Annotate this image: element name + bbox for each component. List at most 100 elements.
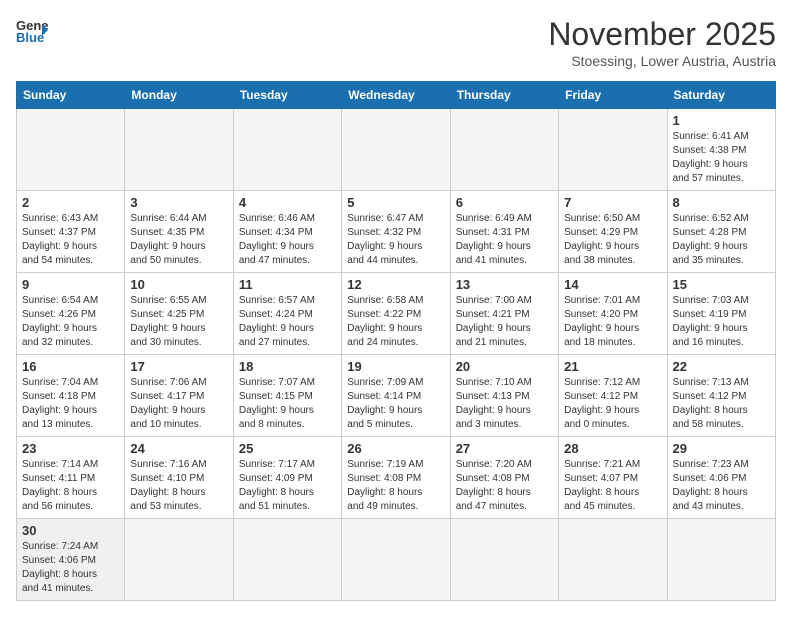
day-info: Sunrise: 6:58 AM Sunset: 4:22 PM Dayligh…: [347, 294, 444, 350]
calendar-day-cell: [450, 519, 558, 601]
day-info: Sunrise: 6:49 AM Sunset: 4:31 PM Dayligh…: [456, 212, 553, 268]
calendar-week-row: 9 Sunrise: 6:54 AM Sunset: 4:26 PM Daylig…: [17, 273, 776, 355]
calendar-day-cell: 8Sunrise: 6:52 AM Sunset: 4:28 PM Daylig…: [667, 191, 775, 273]
day-number: 4: [239, 195, 336, 210]
day-number: 24: [130, 441, 227, 456]
day-number: 26: [347, 441, 444, 456]
day-info: Sunrise: 7:13 AM Sunset: 4:12 PM Dayligh…: [673, 376, 770, 432]
day-info: Sunrise: 6:50 AM Sunset: 4:29 PM Dayligh…: [564, 212, 661, 268]
day-info: Sunrise: 7:16 AM Sunset: 4:10 PM Dayligh…: [130, 458, 227, 514]
day-number: 17: [130, 359, 227, 374]
day-info: Sunrise: 7:04 AM Sunset: 4:18 PM Dayligh…: [22, 376, 119, 432]
calendar-day-cell: 2Sunrise: 6:43 AM Sunset: 4:37 PM Daylig…: [17, 191, 125, 273]
day-info: Sunrise: 7:21 AM Sunset: 4:07 PM Dayligh…: [564, 458, 661, 514]
page-header: General Blue November 2025 Stoessing, Lo…: [16, 16, 776, 69]
calendar-day-cell: 27 Sunrise: 7:20 AM Sunset: 4:08 PM Dayli…: [450, 437, 558, 519]
calendar-day-cell: [667, 519, 775, 601]
day-info: Sunrise: 7:10 AM Sunset: 4:13 PM Dayligh…: [456, 376, 553, 432]
weekday-header-wednesday: Wednesday: [342, 82, 450, 109]
calendar-day-cell: 14 Sunrise: 7:01 AM Sunset: 4:20 PM Dayli…: [559, 273, 667, 355]
calendar-day-cell: 12 Sunrise: 6:58 AM Sunset: 4:22 PM Dayli…: [342, 273, 450, 355]
calendar-week-row: 1Sunrise: 6:41 AM Sunset: 4:38 PM Daylig…: [17, 109, 776, 191]
calendar-day-cell: 17 Sunrise: 7:06 AM Sunset: 4:17 PM Dayli…: [125, 355, 233, 437]
calendar-day-cell: 25 Sunrise: 7:17 AM Sunset: 4:09 PM Dayli…: [233, 437, 341, 519]
day-info: Sunrise: 7:14 AM Sunset: 4:11 PM Dayligh…: [22, 458, 119, 514]
calendar-day-cell: [125, 109, 233, 191]
calendar-day-cell: 22 Sunrise: 7:13 AM Sunset: 4:12 PM Dayli…: [667, 355, 775, 437]
day-number: 7: [564, 195, 661, 210]
day-number: 3: [130, 195, 227, 210]
day-info: Sunrise: 7:07 AM Sunset: 4:15 PM Dayligh…: [239, 376, 336, 432]
calendar-day-cell: 19Sunrise: 7:09 AM Sunset: 4:14 PM Dayli…: [342, 355, 450, 437]
day-info: Sunrise: 7:03 AM Sunset: 4:19 PM Dayligh…: [673, 294, 770, 350]
calendar-day-cell: 13Sunrise: 7:00 AM Sunset: 4:21 PM Dayli…: [450, 273, 558, 355]
calendar-day-cell: [450, 109, 558, 191]
day-number: 8: [673, 195, 770, 210]
calendar-day-cell: 9 Sunrise: 6:54 AM Sunset: 4:26 PM Daylig…: [17, 273, 125, 355]
weekday-header-sunday: Sunday: [17, 82, 125, 109]
day-info: Sunrise: 7:00 AM Sunset: 4:21 PM Dayligh…: [456, 294, 553, 350]
day-number: 18: [239, 359, 336, 374]
calendar-day-cell: 15 Sunrise: 7:03 AM Sunset: 4:19 PM Dayli…: [667, 273, 775, 355]
calendar-day-cell: 20 Sunrise: 7:10 AM Sunset: 4:13 PM Dayli…: [450, 355, 558, 437]
day-number: 12: [347, 277, 444, 292]
day-number: 23: [22, 441, 119, 456]
calendar-day-cell: 24 Sunrise: 7:16 AM Sunset: 4:10 PM Dayli…: [125, 437, 233, 519]
day-number: 1: [673, 113, 770, 128]
weekday-header-tuesday: Tuesday: [233, 82, 341, 109]
day-info: Sunrise: 6:55 AM Sunset: 4:25 PM Dayligh…: [130, 294, 227, 350]
title-area: November 2025 Stoessing, Lower Austria, …: [548, 16, 776, 69]
day-number: 25: [239, 441, 336, 456]
day-info: Sunrise: 6:57 AM Sunset: 4:24 PM Dayligh…: [239, 294, 336, 350]
calendar-week-row: 2Sunrise: 6:43 AM Sunset: 4:37 PM Daylig…: [17, 191, 776, 273]
calendar-day-cell: 11Sunrise: 6:57 AM Sunset: 4:24 PM Dayli…: [233, 273, 341, 355]
calendar-table: SundayMondayTuesdayWednesdayThursdayFrid…: [16, 81, 776, 601]
calendar-day-cell: 10Sunrise: 6:55 AM Sunset: 4:25 PM Dayli…: [125, 273, 233, 355]
calendar-day-cell: 16 Sunrise: 7:04 AM Sunset: 4:18 PM Dayli…: [17, 355, 125, 437]
day-info: Sunrise: 7:20 AM Sunset: 4:08 PM Dayligh…: [456, 458, 553, 514]
day-number: 21: [564, 359, 661, 374]
day-info: Sunrise: 6:43 AM Sunset: 4:37 PM Dayligh…: [22, 212, 119, 268]
calendar-day-cell: 18 Sunrise: 7:07 AM Sunset: 4:15 PM Dayli…: [233, 355, 341, 437]
day-info: Sunrise: 7:12 AM Sunset: 4:12 PM Dayligh…: [564, 376, 661, 432]
day-info: Sunrise: 6:46 AM Sunset: 4:34 PM Dayligh…: [239, 212, 336, 268]
month-title: November 2025: [548, 16, 776, 53]
calendar-day-cell: [125, 519, 233, 601]
day-number: 14: [564, 277, 661, 292]
calendar-day-cell: 1Sunrise: 6:41 AM Sunset: 4:38 PM Daylig…: [667, 109, 775, 191]
weekday-header-saturday: Saturday: [667, 82, 775, 109]
day-number: 22: [673, 359, 770, 374]
calendar-day-cell: [559, 519, 667, 601]
weekday-header-thursday: Thursday: [450, 82, 558, 109]
day-number: 27: [456, 441, 553, 456]
day-number: 9: [22, 277, 119, 292]
calendar-day-cell: [559, 109, 667, 191]
calendar-week-row: 23 Sunrise: 7:14 AM Sunset: 4:11 PM Dayli…: [17, 437, 776, 519]
day-info: Sunrise: 7:17 AM Sunset: 4:09 PM Dayligh…: [239, 458, 336, 514]
calendar-day-cell: 29Sunrise: 7:23 AM Sunset: 4:06 PM Dayli…: [667, 437, 775, 519]
day-number: 15: [673, 277, 770, 292]
calendar-week-row: 30Sunrise: 7:24 AM Sunset: 4:06 PM Dayli…: [17, 519, 776, 601]
calendar-day-cell: 30Sunrise: 7:24 AM Sunset: 4:06 PM Dayli…: [17, 519, 125, 601]
weekday-header-friday: Friday: [559, 82, 667, 109]
day-number: 20: [456, 359, 553, 374]
day-info: Sunrise: 7:24 AM Sunset: 4:06 PM Dayligh…: [22, 540, 119, 596]
calendar-day-cell: 4 Sunrise: 6:46 AM Sunset: 4:34 PM Daylig…: [233, 191, 341, 273]
calendar-day-cell: [17, 109, 125, 191]
day-number: 19: [347, 359, 444, 374]
day-info: Sunrise: 6:47 AM Sunset: 4:32 PM Dayligh…: [347, 212, 444, 268]
calendar-day-cell: [342, 109, 450, 191]
calendar-day-cell: 5Sunrise: 6:47 AM Sunset: 4:32 PM Daylig…: [342, 191, 450, 273]
day-number: 16: [22, 359, 119, 374]
location-subtitle: Stoessing, Lower Austria, Austria: [548, 53, 776, 69]
calendar-day-cell: 28Sunrise: 7:21 AM Sunset: 4:07 PM Dayli…: [559, 437, 667, 519]
calendar-day-cell: 3Sunrise: 6:44 AM Sunset: 4:35 PM Daylig…: [125, 191, 233, 273]
day-info: Sunrise: 6:54 AM Sunset: 4:26 PM Dayligh…: [22, 294, 119, 350]
calendar-day-cell: 21 Sunrise: 7:12 AM Sunset: 4:12 PM Dayli…: [559, 355, 667, 437]
calendar-day-cell: 26Sunrise: 7:19 AM Sunset: 4:08 PM Dayli…: [342, 437, 450, 519]
day-info: Sunrise: 7:06 AM Sunset: 4:17 PM Dayligh…: [130, 376, 227, 432]
calendar-day-cell: 6Sunrise: 6:49 AM Sunset: 4:31 PM Daylig…: [450, 191, 558, 273]
svg-text:Blue: Blue: [16, 30, 44, 44]
calendar-week-row: 16 Sunrise: 7:04 AM Sunset: 4:18 PM Dayli…: [17, 355, 776, 437]
day-info: Sunrise: 7:01 AM Sunset: 4:20 PM Dayligh…: [564, 294, 661, 350]
